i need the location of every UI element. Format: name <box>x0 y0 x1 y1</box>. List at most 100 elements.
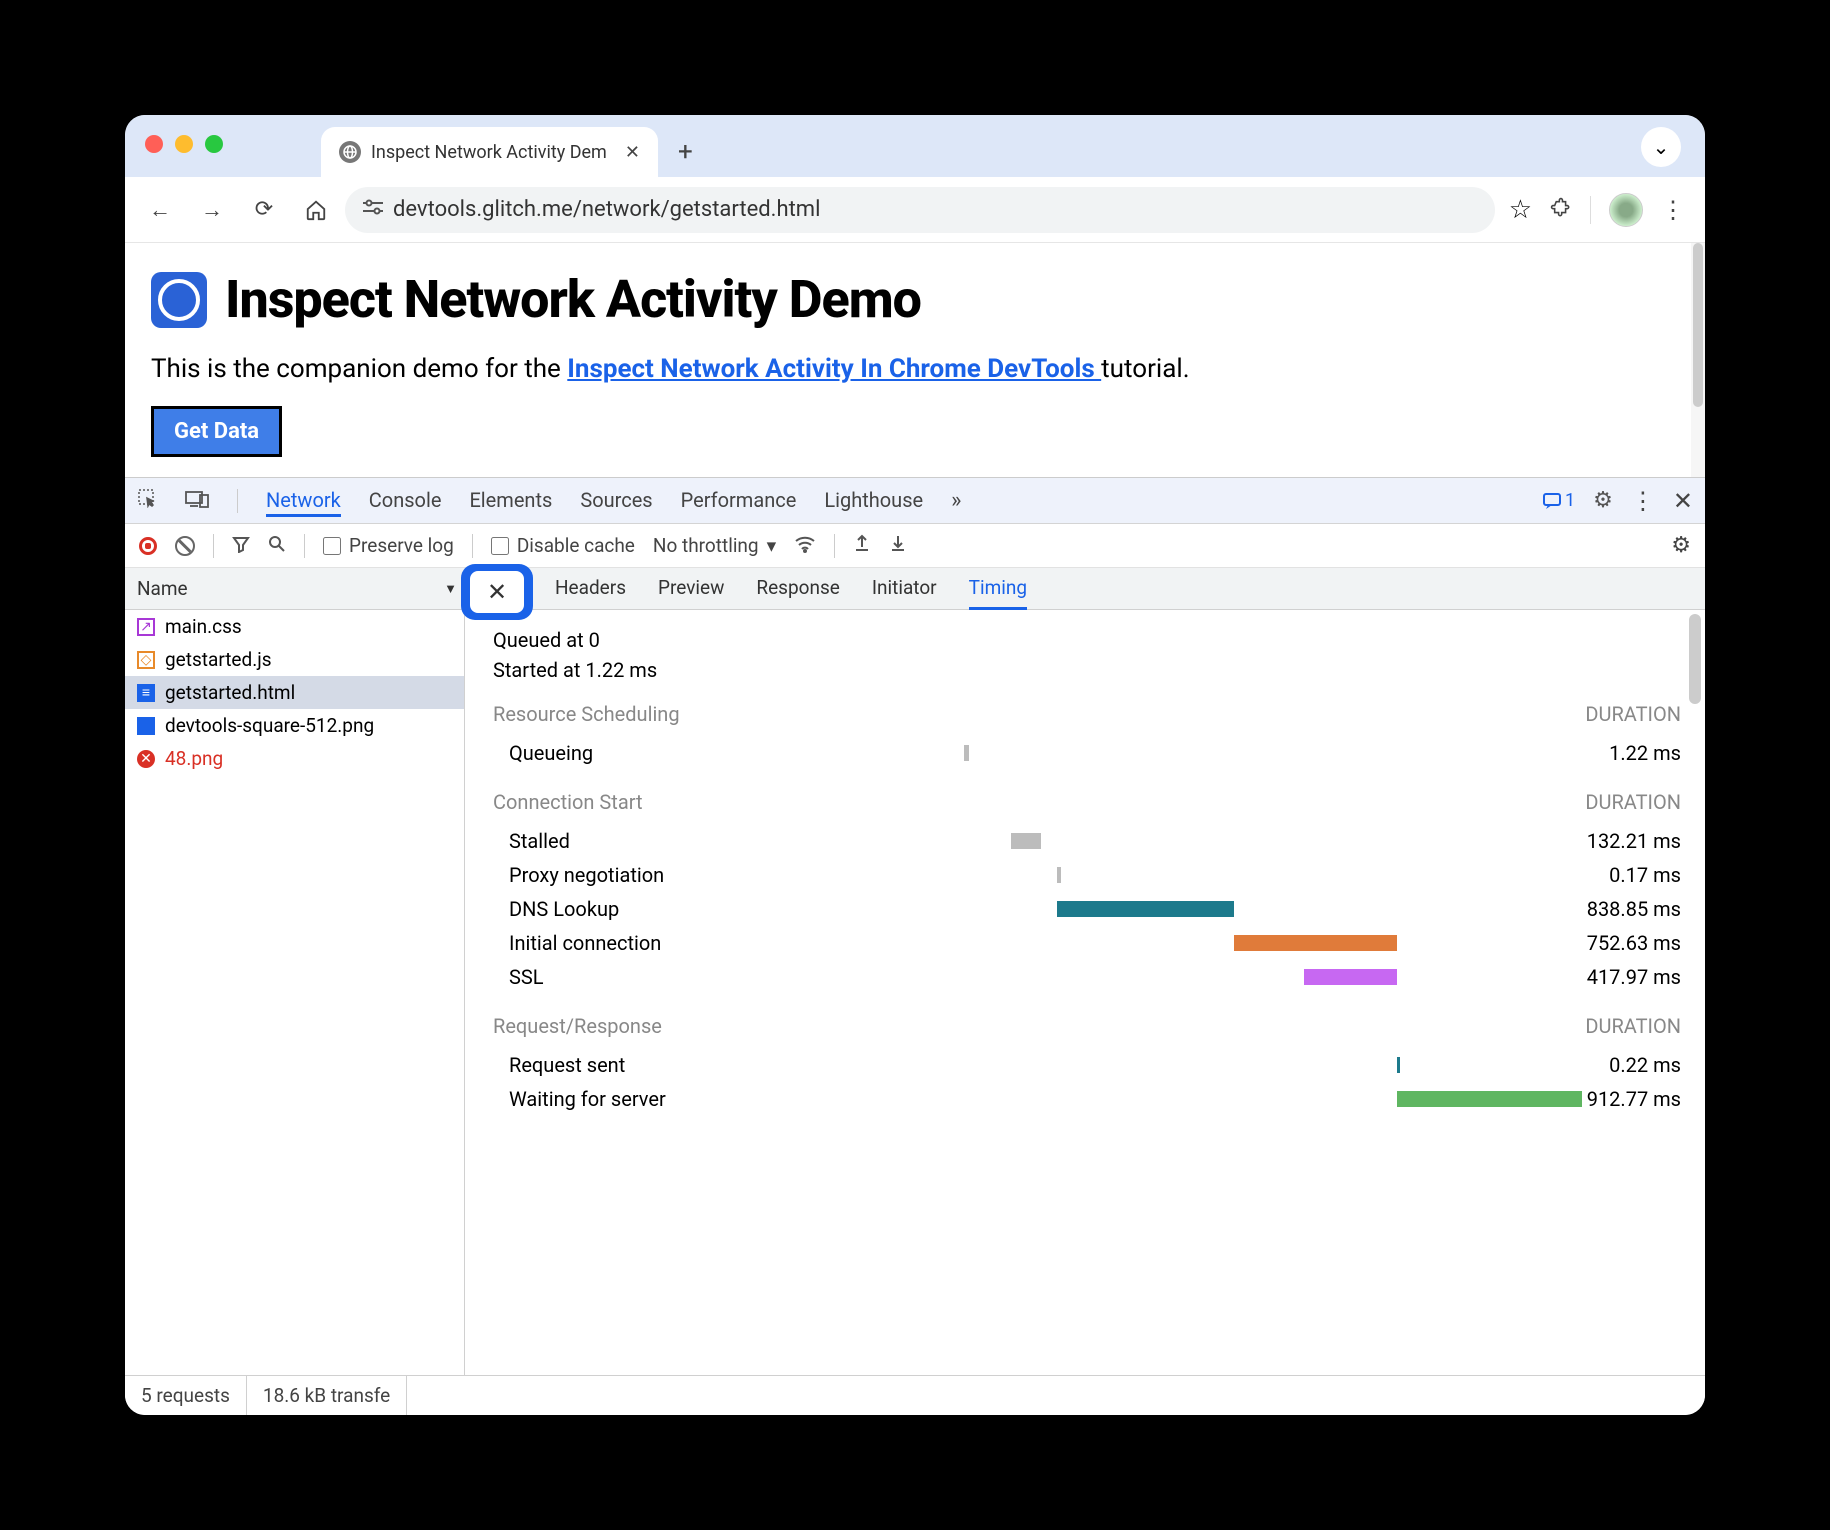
timing-label: Queueing <box>509 741 779 765</box>
extensions-icon[interactable] <box>1550 197 1572 223</box>
more-tabs-icon[interactable]: » <box>951 488 961 513</box>
request-list: ↗main.css◇getstarted.js≡getstarted.html d… <box>125 610 465 1375</box>
close-tab-icon[interactable]: ✕ <box>625 142 640 163</box>
inspect-icon[interactable] <box>137 488 157 513</box>
browser-tabbar: Inspect Network Activity Dem ✕ + ⌄ <box>125 115 1705 177</box>
back-button[interactable]: ← <box>137 187 183 233</box>
timing-label: Proxy negotiation <box>509 863 779 887</box>
devtools-close-icon[interactable]: ✕ <box>1673 487 1693 515</box>
detail-tab-initiator[interactable]: Initiator <box>872 568 937 610</box>
search-icon[interactable] <box>268 534 286 558</box>
window-controls <box>145 135 223 153</box>
devtools-settings-icon[interactable]: ⚙ <box>1593 488 1613 513</box>
timing-section-header: Request/ResponseDURATION <box>493 1014 1681 1038</box>
chevron-down-icon: ▾ <box>767 534 777 557</box>
address-field[interactable]: devtools.glitch.me/network/getstarted.ht… <box>345 187 1495 233</box>
preserve-log-checkbox[interactable]: Preserve log <box>323 534 454 557</box>
timing-label: DNS Lookup <box>509 897 779 921</box>
tab-network[interactable]: Network <box>266 485 341 517</box>
queued-at: Queued at 0 <box>493 628 1681 652</box>
disable-cache-checkbox[interactable]: Disable cache <box>491 534 635 557</box>
timing-row: DNS Lookup838.85 ms <box>493 892 1681 926</box>
throttling-select[interactable]: No throttling ▾ <box>653 534 776 557</box>
browser-tab[interactable]: Inspect Network Activity Dem ✕ <box>321 127 658 177</box>
new-tab-button[interactable]: + <box>678 137 693 167</box>
close-details-button[interactable]: ✕ <box>461 564 533 620</box>
tab-console[interactable]: Console <box>369 488 442 514</box>
url-bar: ← → ⟳ devtools.glitch.me/network/getstar… <box>125 177 1705 243</box>
timing-value: 0.17 ms <box>1551 863 1681 887</box>
get-data-button[interactable]: Get Data <box>151 406 282 457</box>
filter-icon[interactable] <box>232 534 250 558</box>
page-title: Inspect Network Activity Demo <box>151 269 1679 330</box>
tab-elements[interactable]: Elements <box>469 488 552 514</box>
page-scrollbar[interactable] <box>1691 243 1705 477</box>
detail-tab-timing[interactable]: Timing <box>969 568 1027 610</box>
timing-label: Initial connection <box>509 931 779 955</box>
tab-lighthouse[interactable]: Lighthouse <box>824 488 923 514</box>
device-icon[interactable] <box>185 489 209 513</box>
tab-sources[interactable]: Sources <box>580 488 652 514</box>
name-column-header[interactable]: Name ▼ <box>125 577 465 600</box>
status-requests: 5 requests <box>125 1376 247 1415</box>
timing-label: Waiting for server <box>509 1087 779 1111</box>
request-row[interactable]: ↗main.css <box>125 610 464 643</box>
tabs-overflow-button[interactable]: ⌄ <box>1641 127 1681 167</box>
site-settings-icon[interactable] <box>363 199 383 220</box>
clear-button[interactable] <box>175 536 195 556</box>
address-text: devtools.glitch.me/network/getstarted.ht… <box>393 197 820 222</box>
request-row[interactable]: ◇getstarted.js <box>125 643 464 676</box>
request-name: getstarted.js <box>165 648 272 671</box>
preserve-log-label: Preserve log <box>349 534 454 557</box>
detail-tab-headers[interactable]: Headers <box>555 568 626 610</box>
timing-scrollbar[interactable] <box>1689 614 1701 704</box>
page-content: Inspect Network Activity Demo This is th… <box>125 243 1705 477</box>
timing-row: Request sent0.22 ms <box>493 1048 1681 1082</box>
record-button[interactable] <box>139 537 157 555</box>
request-name: devtools-square-512.png <box>165 714 374 737</box>
separator <box>304 534 305 558</box>
download-icon[interactable] <box>889 533 907 558</box>
separator <box>213 534 214 558</box>
disable-cache-label: Disable cache <box>517 534 635 557</box>
network-conditions-icon[interactable] <box>794 534 816 558</box>
request-name: getstarted.html <box>165 681 295 704</box>
tutorial-link[interactable]: Inspect Network Activity In Chrome DevTo… <box>567 354 1101 384</box>
devtools-panel: Network Console Elements Sources Perform… <box>125 477 1705 1415</box>
tab-title: Inspect Network Activity Dem <box>371 142 607 163</box>
timing-row: Stalled132.21 ms <box>493 824 1681 858</box>
messages-count[interactable]: 1 <box>1543 490 1575 511</box>
minimize-window-icon[interactable] <box>175 135 193 153</box>
home-button[interactable] <box>293 187 339 233</box>
timing-panel: Queued at 0 Started at 1.22 ms Resource … <box>465 610 1705 1375</box>
timing-value: 0.22 ms <box>1551 1053 1681 1077</box>
timing-section-header: Resource SchedulingDURATION <box>493 702 1681 726</box>
sort-icon: ▼ <box>444 581 457 597</box>
column-header: Name ▼ ✕ Headers Preview Response Initia… <box>125 568 1705 610</box>
bookmark-icon[interactable]: ☆ <box>1509 195 1532 225</box>
demo-icon <box>151 272 207 328</box>
devtools-menu-icon[interactable]: ⋮ <box>1631 487 1655 515</box>
forward-button[interactable]: → <box>189 187 235 233</box>
tab-performance[interactable]: Performance <box>681 488 797 514</box>
network-settings-icon[interactable]: ⚙ <box>1671 533 1691 558</box>
close-window-icon[interactable] <box>145 135 163 153</box>
request-row[interactable]: ✕48.png <box>125 742 464 775</box>
timing-value: 132.21 ms <box>1551 829 1681 853</box>
timing-value: 1.22 ms <box>1551 741 1681 765</box>
messages-count-value: 1 <box>1565 490 1575 511</box>
reload-button[interactable]: ⟳ <box>241 187 287 233</box>
network-toolbar: Preserve log Disable cache No throttling… <box>125 524 1705 568</box>
separator <box>237 489 238 513</box>
detail-tab-response[interactable]: Response <box>756 568 839 610</box>
request-row[interactable]: ≡getstarted.html <box>125 676 464 709</box>
upload-icon[interactable] <box>853 533 871 558</box>
request-name: 48.png <box>165 747 223 770</box>
maximize-window-icon[interactable] <box>205 135 223 153</box>
request-row[interactable]: devtools-square-512.png <box>125 709 464 742</box>
detail-tab-preview[interactable]: Preview <box>658 568 724 610</box>
timing-row: Initial connection752.63 ms <box>493 926 1681 960</box>
profile-avatar[interactable] <box>1609 193 1643 227</box>
page-intro: This is the companion demo for the Inspe… <box>151 354 1679 384</box>
browser-menu-icon[interactable]: ⋮ <box>1661 196 1685 224</box>
